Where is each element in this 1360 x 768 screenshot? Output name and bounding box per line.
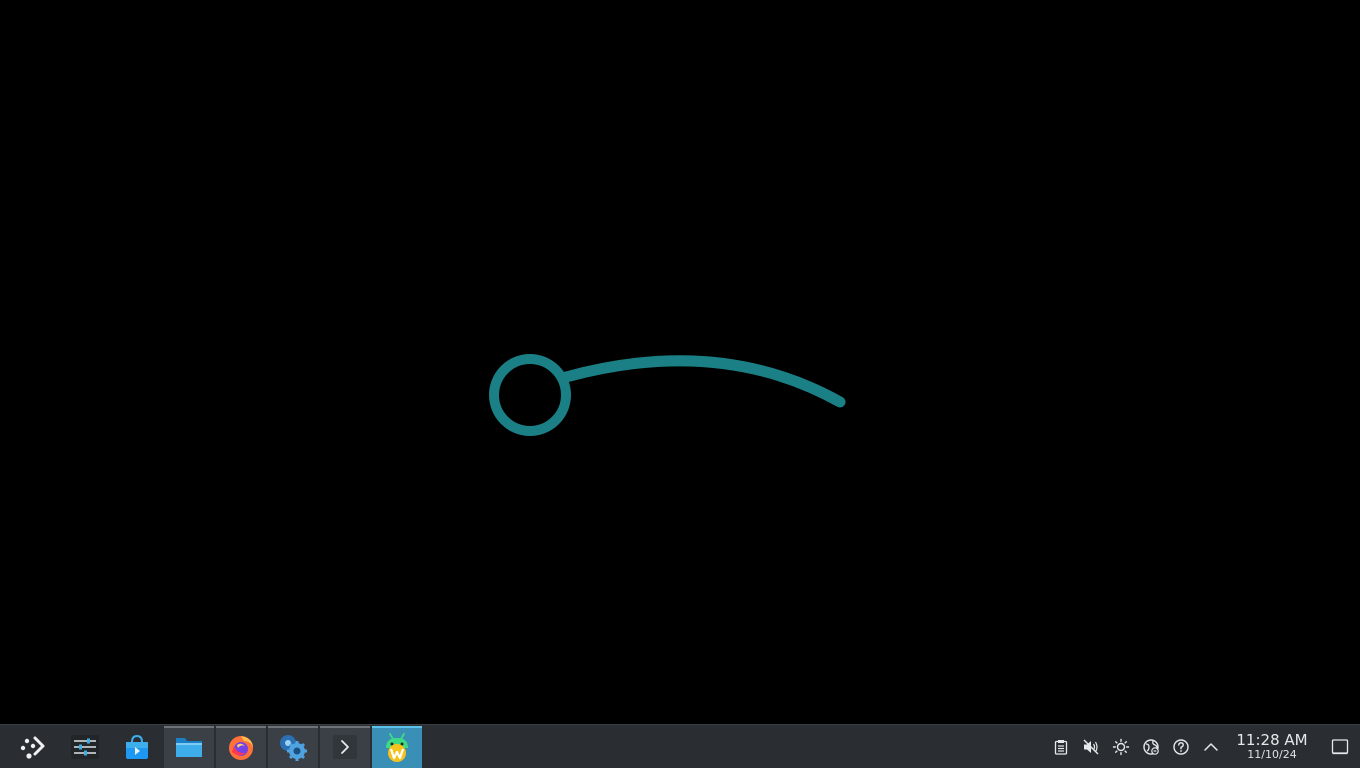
task-system-config[interactable] [268, 725, 318, 768]
taskbar: 11:28 AM 11/10/24 [0, 724, 1360, 768]
chevron-up-icon [1204, 742, 1218, 751]
task-system-settings[interactable] [60, 726, 110, 768]
loading-spinner-icon [489, 354, 846, 436]
volume-button[interactable] [1076, 732, 1106, 762]
system-tray: 11:28 AM 11/10/24 [1046, 725, 1360, 768]
clipboard-icon [1054, 739, 1068, 755]
task-discover-store[interactable] [112, 726, 162, 768]
system-settings-sliders-icon [71, 734, 99, 759]
task-file-manager[interactable] [164, 725, 214, 768]
application-launcher-button[interactable] [8, 726, 58, 768]
show-hidden-icons-button[interactable] [1196, 732, 1226, 762]
show-desktop-icon [1331, 738, 1349, 754]
volume-muted-icon [1083, 739, 1099, 754]
firefox-icon [229, 735, 253, 760]
task-firefox[interactable] [216, 725, 266, 768]
brightness-icon [1112, 738, 1130, 755]
waydroid-android-icon [386, 732, 408, 762]
clipboard-button[interactable] [1046, 732, 1076, 762]
system-config-gear-icon [280, 734, 307, 761]
task-waydroid[interactable] [372, 725, 422, 768]
application-launcher-icon [20, 736, 45, 759]
digital-clock[interactable]: 11:28 AM 11/10/24 [1232, 727, 1312, 767]
discover-store-icon [126, 734, 148, 759]
brightness-button[interactable] [1106, 732, 1136, 762]
desktop-background [0, 0, 1360, 724]
help-icon [1173, 738, 1189, 755]
file-manager-folder-icon [176, 737, 202, 757]
clock-date: 11/10/24 [1247, 748, 1297, 761]
help-button[interactable] [1166, 732, 1196, 762]
show-desktop-button[interactable] [1320, 727, 1360, 767]
network-button[interactable] [1136, 732, 1166, 762]
task-terminal[interactable] [320, 725, 370, 768]
clock-time: 11:28 AM [1236, 731, 1308, 749]
taskbar-launchers [8, 725, 424, 768]
network-globe-icon [1143, 738, 1159, 755]
terminal-icon [333, 734, 357, 759]
